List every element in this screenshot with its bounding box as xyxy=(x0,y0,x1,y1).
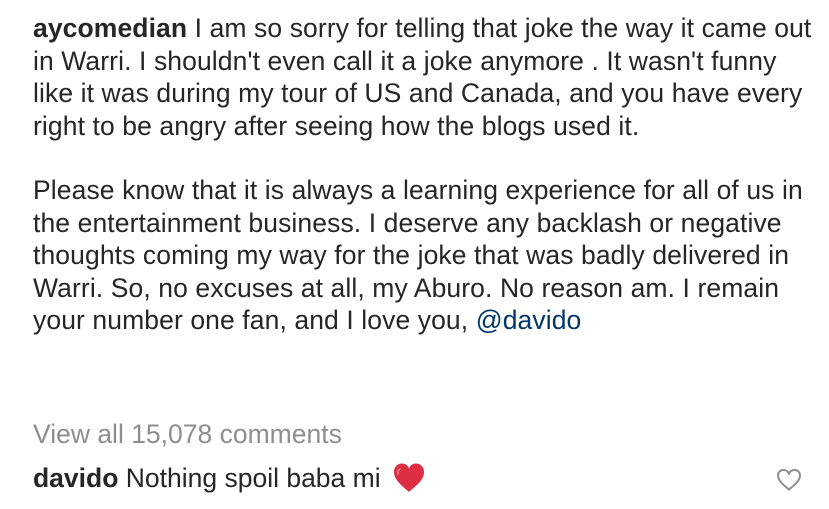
post-caption: aycomedian I am so sorry for telling tha… xyxy=(33,12,823,337)
comment-text: Nothing spoil baba mi xyxy=(118,463,388,493)
caption-text-2: Please know that it is always a learning… xyxy=(33,175,803,335)
post-username[interactable]: aycomedian xyxy=(33,13,187,43)
caption-paragraph-1: aycomedian I am so sorry for telling tha… xyxy=(33,12,823,142)
mention-link[interactable]: @davido xyxy=(476,305,582,335)
red-heart-emoji xyxy=(392,462,426,494)
comment-username[interactable]: davido xyxy=(33,463,118,493)
caption-paragraph-2: Please know that it is always a learning… xyxy=(33,174,823,337)
view-all-comments-link[interactable]: View all 15,078 comments xyxy=(33,418,342,450)
heart-outline-icon[interactable] xyxy=(776,468,802,492)
comment-row: davido Nothing spoil baba mi xyxy=(33,462,426,494)
